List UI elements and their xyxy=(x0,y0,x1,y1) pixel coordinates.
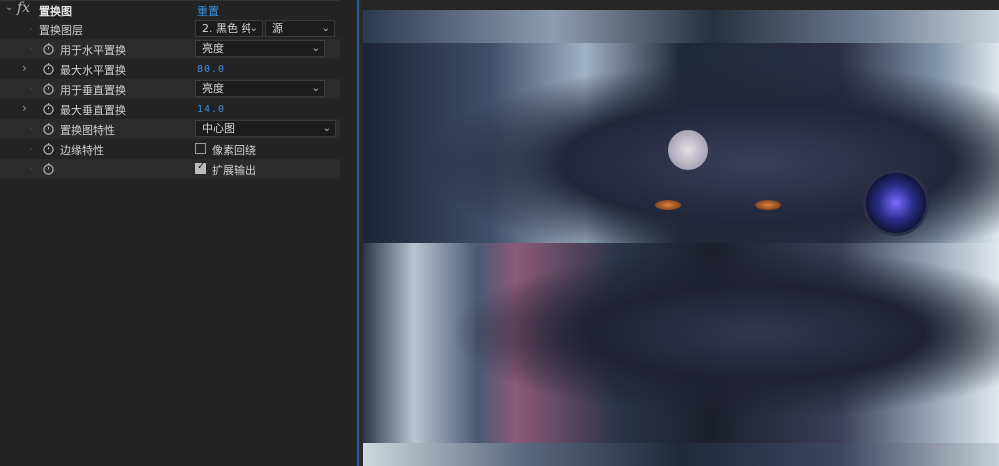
max-vertical-value[interactable]: 14.0 xyxy=(197,104,225,115)
stopwatch-icon[interactable] xyxy=(42,82,55,95)
stopwatch-icon[interactable] xyxy=(42,62,55,75)
dropdown-value: 中心图 xyxy=(202,122,235,135)
property-row: 置换图层 2. 黑色 纯 ⌄ 源 ⌄ xyxy=(0,19,340,39)
map-behavior-dropdown[interactable]: 中心图 ⌄ xyxy=(195,120,336,137)
row-marker xyxy=(30,48,32,50)
horizontal-source-dropdown[interactable]: 亮度 ⌄ xyxy=(195,40,325,57)
property-row: 用于垂直置换 亮度 ⌄ xyxy=(0,79,340,99)
chevron-down-icon: ⌄ xyxy=(311,83,320,94)
effect-controls-panel: ⌄ fx 置换图 重置 置换图层 2. 黑色 纯 ⌄ 源 ⌄ 用于水平置换 亮度… xyxy=(0,0,357,466)
vertical-source-dropdown[interactable]: 亮度 ⌄ xyxy=(195,80,325,97)
chevron-right-icon[interactable]: › xyxy=(22,61,34,75)
chevron-down-icon: ⌄ xyxy=(322,123,331,134)
stopwatch-icon[interactable] xyxy=(42,162,55,175)
preview-image[interactable] xyxy=(363,10,999,466)
property-label: 置换图特性 xyxy=(60,124,115,137)
property-row: 边缘特性 像素回绕 xyxy=(0,139,340,159)
reset-button[interactable]: 重置 xyxy=(197,3,219,19)
effect-header[interactable]: ⌄ fx 置换图 重置 xyxy=(0,0,340,20)
property-label: 用于垂直置换 xyxy=(60,84,126,97)
image-strip xyxy=(363,443,999,466)
effect-title: 置换图 xyxy=(39,5,72,18)
row-marker xyxy=(30,168,32,170)
stopwatch-icon[interactable] xyxy=(42,42,55,55)
property-row: 用于水平置换 亮度 ⌄ xyxy=(0,39,340,59)
row-marker xyxy=(30,88,32,90)
max-horizontal-value[interactable]: 80.0 xyxy=(197,64,225,75)
wrap-pixels-checkbox[interactable] xyxy=(195,143,206,154)
viewer-focus-edge xyxy=(357,0,359,466)
property-label: 最大垂直置换 xyxy=(60,104,126,117)
chevron-down-icon: ⌄ xyxy=(321,23,330,34)
stopwatch-icon[interactable] xyxy=(42,102,55,115)
expand-output-checkbox[interactable] xyxy=(195,161,206,174)
chevron-right-icon[interactable]: › xyxy=(22,101,34,115)
property-row: 扩展输出 xyxy=(0,159,340,179)
property-label: 边缘特性 xyxy=(60,144,104,157)
checkbox-label: 扩展输出 xyxy=(212,164,256,177)
checkbox-label: 像素回绕 xyxy=(212,144,256,157)
fx-icon[interactable]: fx xyxy=(17,0,30,16)
chevron-down-icon: ⌄ xyxy=(311,43,320,54)
property-label: 用于水平置换 xyxy=(60,44,126,57)
property-row: 置换图特性 中心图 ⌄ xyxy=(0,119,340,139)
layer-dropdown-value: 2. 黑色 纯 xyxy=(202,22,253,35)
property-label: 置换图层 xyxy=(39,24,83,37)
dropdown-value: 亮度 xyxy=(202,82,224,95)
layer-source-dropdown[interactable]: 源 ⌄ xyxy=(265,20,335,37)
layer-source-value: 源 xyxy=(272,22,283,35)
image-detail xyxy=(655,200,681,210)
layer-dropdown[interactable]: 2. 黑色 纯 ⌄ xyxy=(195,20,263,37)
stopwatch-icon[interactable] xyxy=(42,142,55,155)
property-row: › 最大水平置换 80.0 xyxy=(0,59,340,79)
image-detail xyxy=(863,170,929,236)
dropdown-value: 亮度 xyxy=(202,42,224,55)
viewer-top-bar xyxy=(361,0,999,10)
image-strip xyxy=(363,10,999,43)
image-detail xyxy=(755,200,781,210)
chevron-down-icon: ⌄ xyxy=(249,22,258,36)
row-marker xyxy=(30,128,32,130)
image-detail xyxy=(668,130,708,170)
row-marker xyxy=(30,148,32,150)
stopwatch-icon[interactable] xyxy=(42,122,55,135)
row-marker xyxy=(30,28,32,30)
property-row: › 最大垂直置换 14.0 xyxy=(0,99,340,119)
property-label: 最大水平置换 xyxy=(60,64,126,77)
chevron-down-icon[interactable]: ⌄ xyxy=(5,2,13,13)
image-strip xyxy=(363,243,999,443)
